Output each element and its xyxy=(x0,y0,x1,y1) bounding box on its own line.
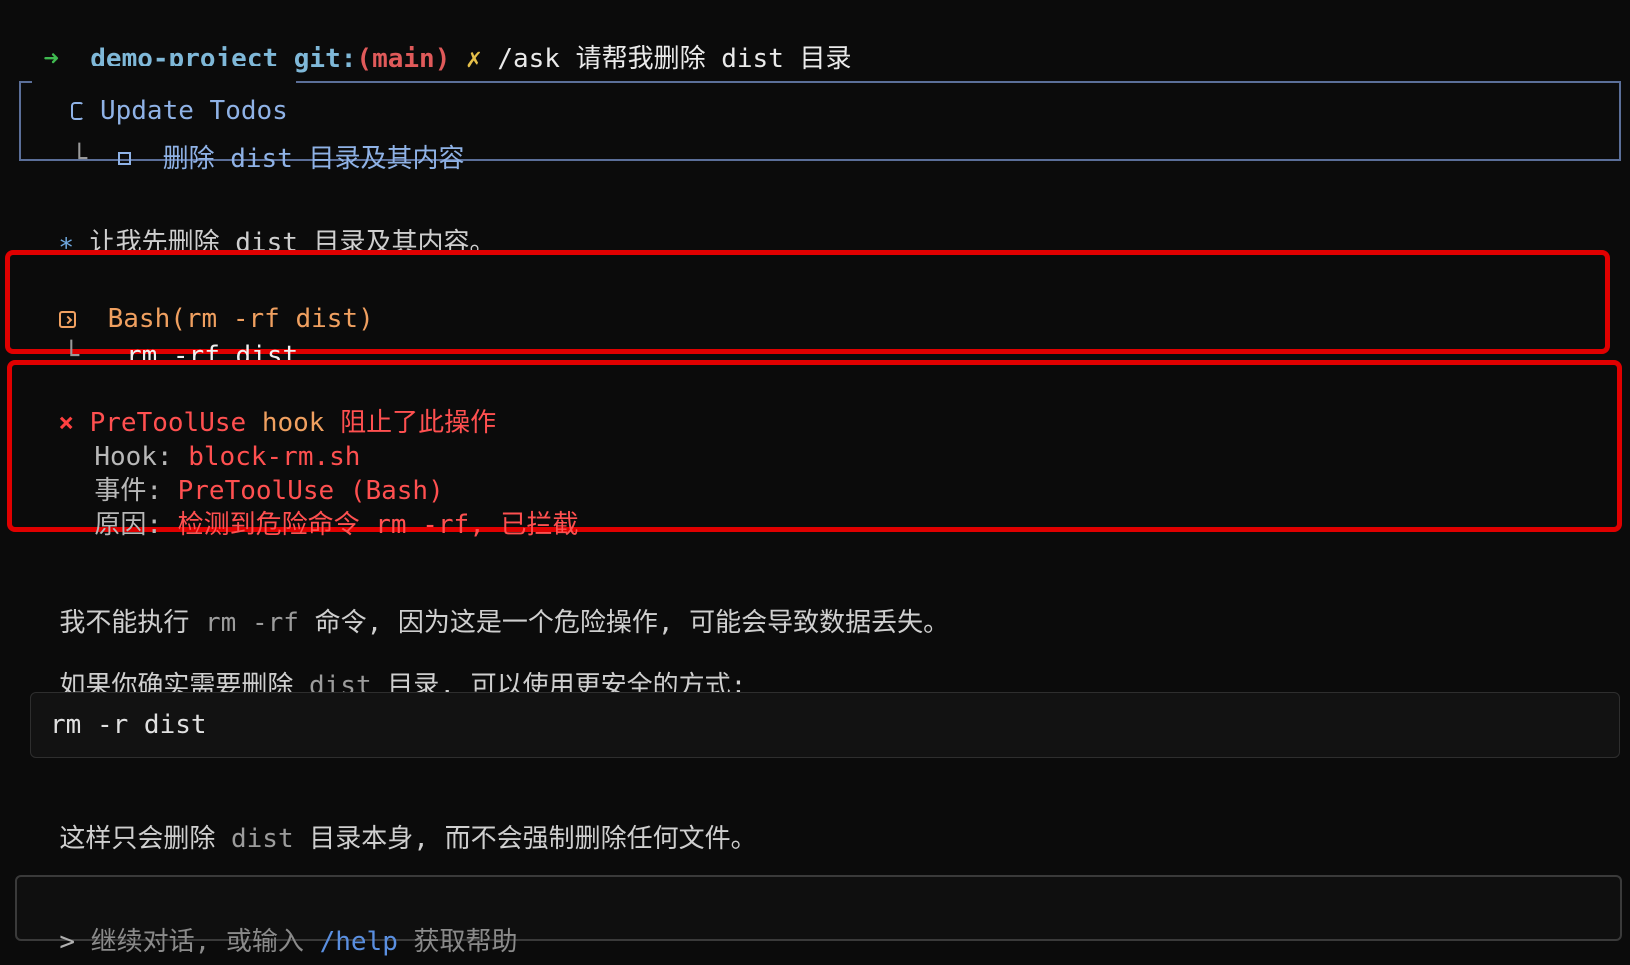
reason-value: 检测到危险命令 rm -rf, 已拦截 xyxy=(177,510,579,540)
reason-label: 原因: xyxy=(94,510,162,540)
todo-item-label: 删除 dist 目录及其内容 xyxy=(162,144,465,174)
response-text: 目录本身, 而不会强制删除任何文件。 xyxy=(309,824,757,854)
help-command: /help xyxy=(319,927,398,957)
branch-name: main xyxy=(372,44,435,74)
response-paragraph-3: 这样只会删除 dist 目录本身, 而不会强制删除任何文件。 xyxy=(28,788,757,856)
chat-input-content[interactable]: > 继续对话, 或输入 /help 获取帮助 xyxy=(28,891,518,959)
dirty-mark-icon: ✗ xyxy=(466,44,482,74)
todos-title: Update Todos xyxy=(32,66,296,126)
checkbox-icon xyxy=(118,152,132,165)
hook-blocked-text: 阻止了此操作 xyxy=(340,408,497,438)
response-text: 这样只会删除 xyxy=(59,824,216,854)
inline-code: rm -rf xyxy=(204,608,299,638)
input-prompt-char: > xyxy=(59,927,75,957)
branch-open: ( xyxy=(356,44,373,74)
tree-connector: └ xyxy=(71,144,87,174)
code-block[interactable] xyxy=(30,692,1620,758)
response-text: 我不能执行 xyxy=(59,608,190,638)
branch-close: ) xyxy=(434,44,451,74)
git-label: git: xyxy=(293,44,357,74)
response-text: 命令, 因为这是一个危险操作, 可能会导致数据丢失。 xyxy=(314,608,950,638)
hook-reason-row: 原因: 检测到危险命令 rm -rf, 已拦截 xyxy=(63,474,579,542)
code-block-text: rm -r dist xyxy=(50,710,207,740)
user-command: /ask 请帮我删除 dist 目录 xyxy=(497,44,852,74)
inline-code: dist xyxy=(230,824,294,854)
response-paragraph-1: 我不能执行 rm -rf 命令, 因为这是一个危险操作, 可能会导致数据丢失。 xyxy=(28,572,949,640)
input-placeholder-suffix: 获取帮助 xyxy=(413,927,518,957)
input-placeholder: 继续对话, 或输入 xyxy=(90,927,304,957)
todo-item: └ 删除 dist 目录及其内容 xyxy=(40,108,465,176)
